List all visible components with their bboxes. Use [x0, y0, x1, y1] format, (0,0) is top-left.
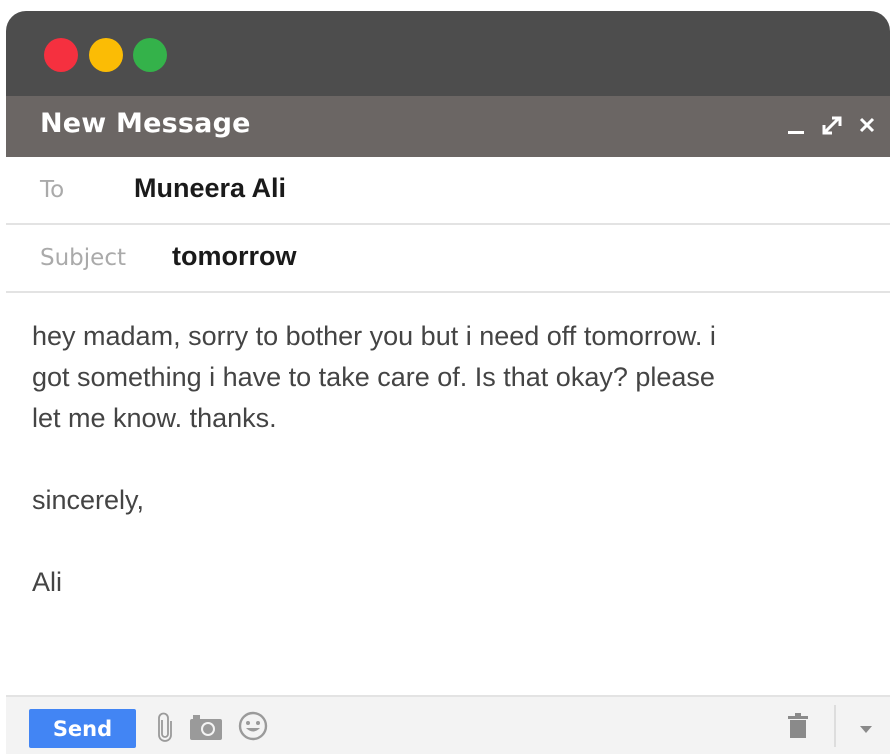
zoom-window-icon[interactable] — [133, 38, 167, 72]
body-line: let me know. thanks. — [32, 403, 277, 433]
minimize-window-icon[interactable] — [89, 38, 123, 72]
title-bar — [6, 11, 890, 96]
trash-icon[interactable] — [788, 713, 808, 744]
emoji-icon[interactable] — [238, 711, 268, 746]
close-window-icon[interactable] — [44, 38, 78, 72]
to-label: To — [40, 177, 65, 203]
to-field[interactable]: To Muneera Ali — [6, 157, 890, 225]
compose-footer: Send — [6, 695, 890, 754]
body-line: hey madam, sorry to bother you but i nee… — [32, 321, 716, 351]
subject-field[interactable]: Subject tomorrow — [6, 225, 890, 293]
signature-line: Ali — [32, 567, 63, 597]
close-icon[interactable] — [854, 110, 880, 140]
send-button[interactable]: Send — [29, 709, 136, 748]
message-body[interactable]: hey madam, sorry to bother you but i nee… — [32, 316, 882, 603]
compose-header: New Message — [6, 96, 890, 157]
closing-line: sincerely, — [32, 485, 145, 515]
subject-label: Subject — [40, 245, 126, 271]
chevron-down-icon[interactable] — [860, 721, 872, 739]
compose-title: New Message — [40, 108, 251, 139]
minimize-icon[interactable] — [782, 110, 808, 140]
subject-input[interactable]: tomorrow — [172, 241, 297, 272]
footer-divider — [834, 705, 836, 747]
body-line: got something i have to take care of. Is… — [32, 362, 715, 392]
header-controls — [772, 110, 880, 140]
camera-icon[interactable] — [190, 714, 222, 745]
paperclip-icon[interactable] — [158, 712, 172, 747]
compose-window: New Message To Muneera Ali Subject tomor… — [6, 11, 890, 754]
expand-icon[interactable] — [818, 110, 844, 140]
to-recipient[interactable]: Muneera Ali — [134, 173, 286, 204]
